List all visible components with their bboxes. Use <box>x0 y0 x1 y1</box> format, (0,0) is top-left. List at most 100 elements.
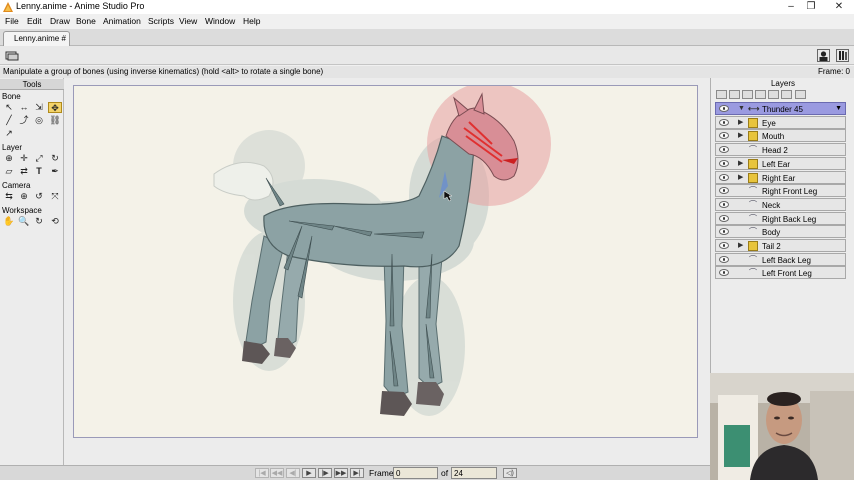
character-wizard-icon[interactable] <box>817 49 830 62</box>
bone-strength-icon[interactable]: ◎ <box>32 115 46 126</box>
manipulate-bones-icon[interactable]: ✥ <box>48 102 62 113</box>
collapse-arrow-icon[interactable]: ▼ <box>738 103 745 115</box>
rotate-workspace-icon[interactable]: ↻ <box>32 216 46 227</box>
restore-button[interactable]: ❐ <box>800 0 822 14</box>
layer-row[interactable]: ⌒ Neck <box>715 197 846 211</box>
menu-file[interactable]: File <box>5 16 19 26</box>
minimize-button[interactable]: – <box>780 0 802 14</box>
zoom-camera-icon[interactable]: ⊕ <box>17 191 31 202</box>
orbit-workspace-icon[interactable]: ⟲ <box>48 216 62 227</box>
layer-name: Right Back Leg <box>762 214 817 224</box>
layer-row[interactable]: ▶ Tail 2 <box>715 239 846 252</box>
visibility-eye-icon[interactable] <box>719 228 729 236</box>
expand-arrow-icon[interactable]: ▶ <box>738 240 743 252</box>
layer-row[interactable]: ▶ Left Ear <box>715 156 846 170</box>
add-bone-icon[interactable]: ╱ <box>2 115 16 126</box>
reparent-bone-icon[interactable]: ⤴ <box>17 115 31 126</box>
insert-text-icon[interactable]: T <box>32 166 46 177</box>
menu-window[interactable]: Window <box>205 16 235 26</box>
menu-edit[interactable]: Edit <box>27 16 42 26</box>
layer-row[interactable]: ⌒ Left Back Leg <box>715 252 846 266</box>
eyedropper-icon[interactable]: ✒ <box>48 166 62 177</box>
webcam-image <box>710 373 854 480</box>
more-options-icon[interactable] <box>781 90 792 99</box>
step-back-icon[interactable]: ◀◀ <box>270 468 284 478</box>
select-bone-icon[interactable]: ↖ <box>2 102 16 113</box>
scale-bone-icon[interactable]: ⇲ <box>32 102 46 113</box>
layer-row[interactable]: ▶ Right Ear <box>715 170 846 184</box>
close-button[interactable]: ✕ <box>828 0 850 14</box>
rotate-layer-icon[interactable]: ↻ <box>48 153 62 164</box>
rewind-icon[interactable]: |◀ <box>255 468 269 478</box>
play-icon[interactable]: ▶ <box>302 468 316 478</box>
visibility-eye-icon[interactable] <box>719 200 729 208</box>
translate-bone-icon[interactable]: ↔ <box>17 102 31 113</box>
visibility-eye-icon[interactable] <box>719 269 729 277</box>
switch-layer-icon[interactable]: ⇄ <box>17 166 31 177</box>
visibility-eye-icon[interactable] <box>719 242 729 249</box>
layer-row[interactable]: ▶ Eye <box>715 115 846 129</box>
visibility-eye-icon[interactable] <box>719 173 729 181</box>
fast-forward-icon[interactable]: ▶▶ <box>334 468 348 478</box>
menu-scripts[interactable]: Scripts <box>148 16 174 26</box>
vector-layer-icon: ⌒ <box>749 186 757 196</box>
scale-layer-icon[interactable]: ⤢ <box>32 153 46 164</box>
visibility-eye-icon[interactable] <box>719 118 729 126</box>
visibility-eye-icon[interactable] <box>719 105 729 112</box>
next-frame-icon[interactable]: |▶ <box>318 468 332 478</box>
visibility-eye-icon[interactable] <box>719 187 729 195</box>
visibility-eye-icon[interactable] <box>719 214 729 222</box>
title-bar: Lenny.anime - Anime Studio Pro – ❐ ✕ <box>0 0 854 14</box>
layer-row[interactable]: ⌒ Right Back Leg <box>715 211 846 225</box>
vector-layer-icon: ⌒ <box>749 145 757 155</box>
translate-layer-icon[interactable]: ✛ <box>17 153 31 164</box>
document-tab[interactable]: Lenny.anime # <box>3 31 70 46</box>
visibility-eye-icon[interactable] <box>719 255 729 263</box>
zoom-workspace-icon[interactable]: 🔍 <box>17 216 31 227</box>
delete-layer-icon[interactable] <box>755 90 766 99</box>
shear-layer-icon[interactable]: ▱ <box>2 166 16 177</box>
visibility-eye-icon[interactable] <box>719 159 729 167</box>
expand-arrow-icon[interactable]: ▶ <box>738 158 743 170</box>
audio-icon[interactable]: ◁) <box>503 468 517 478</box>
menu-help[interactable]: Help <box>243 16 260 26</box>
expand-arrow-icon[interactable]: ▶ <box>738 117 743 129</box>
menu-draw[interactable]: Draw <box>50 16 70 26</box>
document-canvas[interactable] <box>73 85 698 438</box>
new-layer-icon[interactable] <box>716 90 727 99</box>
bind-layer-icon[interactable]: ⛓ <box>48 115 62 126</box>
pan-tilt-camera-icon[interactable]: ⤧ <box>48 191 62 202</box>
menu-view[interactable]: View <box>179 16 197 26</box>
library-icon[interactable] <box>836 49 849 62</box>
set-origin-icon[interactable]: ⊕ <box>2 153 16 164</box>
layer-row[interactable]: ⌒ Right Front Leg <box>715 184 846 198</box>
style-palette-icon[interactable] <box>5 50 19 61</box>
duplicate-layer-icon[interactable] <box>742 90 753 99</box>
refresh-icon[interactable] <box>795 90 806 99</box>
layer-row[interactable]: ▼ ⟷ Thunder 45 ▼ <box>715 102 846 115</box>
layer-row[interactable]: ⌒ Head 2 <box>715 143 846 157</box>
menu-animation[interactable]: Animation <box>103 16 141 26</box>
offset-bone-icon[interactable]: ↗ <box>2 128 16 139</box>
visibility-eye-icon[interactable] <box>719 146 729 154</box>
visibility-eye-icon[interactable] <box>719 132 729 140</box>
menu-bone[interactable]: Bone <box>76 16 96 26</box>
expand-arrow-icon[interactable]: ▶ <box>738 172 743 184</box>
expand-arrow-icon[interactable]: ▶ <box>738 130 743 142</box>
layer-row[interactable]: ⌒ Body <box>715 225 846 239</box>
layer-row[interactable]: ⌒ Left Front Leg <box>715 266 846 280</box>
current-frame-field[interactable] <box>393 467 438 479</box>
layer-section-label: Layer <box>2 143 23 152</box>
new-folder-icon[interactable] <box>729 90 740 99</box>
vector-layer-icon: ⌒ <box>749 213 757 223</box>
end-icon[interactable]: ▶| <box>350 468 364 478</box>
roll-camera-icon[interactable]: ↺ <box>32 191 46 202</box>
track-camera-icon[interactable]: ⇆ <box>2 191 16 202</box>
total-frames-field[interactable] <box>451 467 497 479</box>
layer-settings-icon[interactable] <box>768 90 779 99</box>
layer-row[interactable]: ▶ Mouth <box>715 129 846 143</box>
previous-frame-icon[interactable]: ◀| <box>286 468 300 478</box>
pan-workspace-icon[interactable]: ✋ <box>2 216 16 227</box>
layer-options-dropdown-icon[interactable]: ▼ <box>835 103 842 115</box>
layer-name: Tail 2 <box>762 242 781 251</box>
